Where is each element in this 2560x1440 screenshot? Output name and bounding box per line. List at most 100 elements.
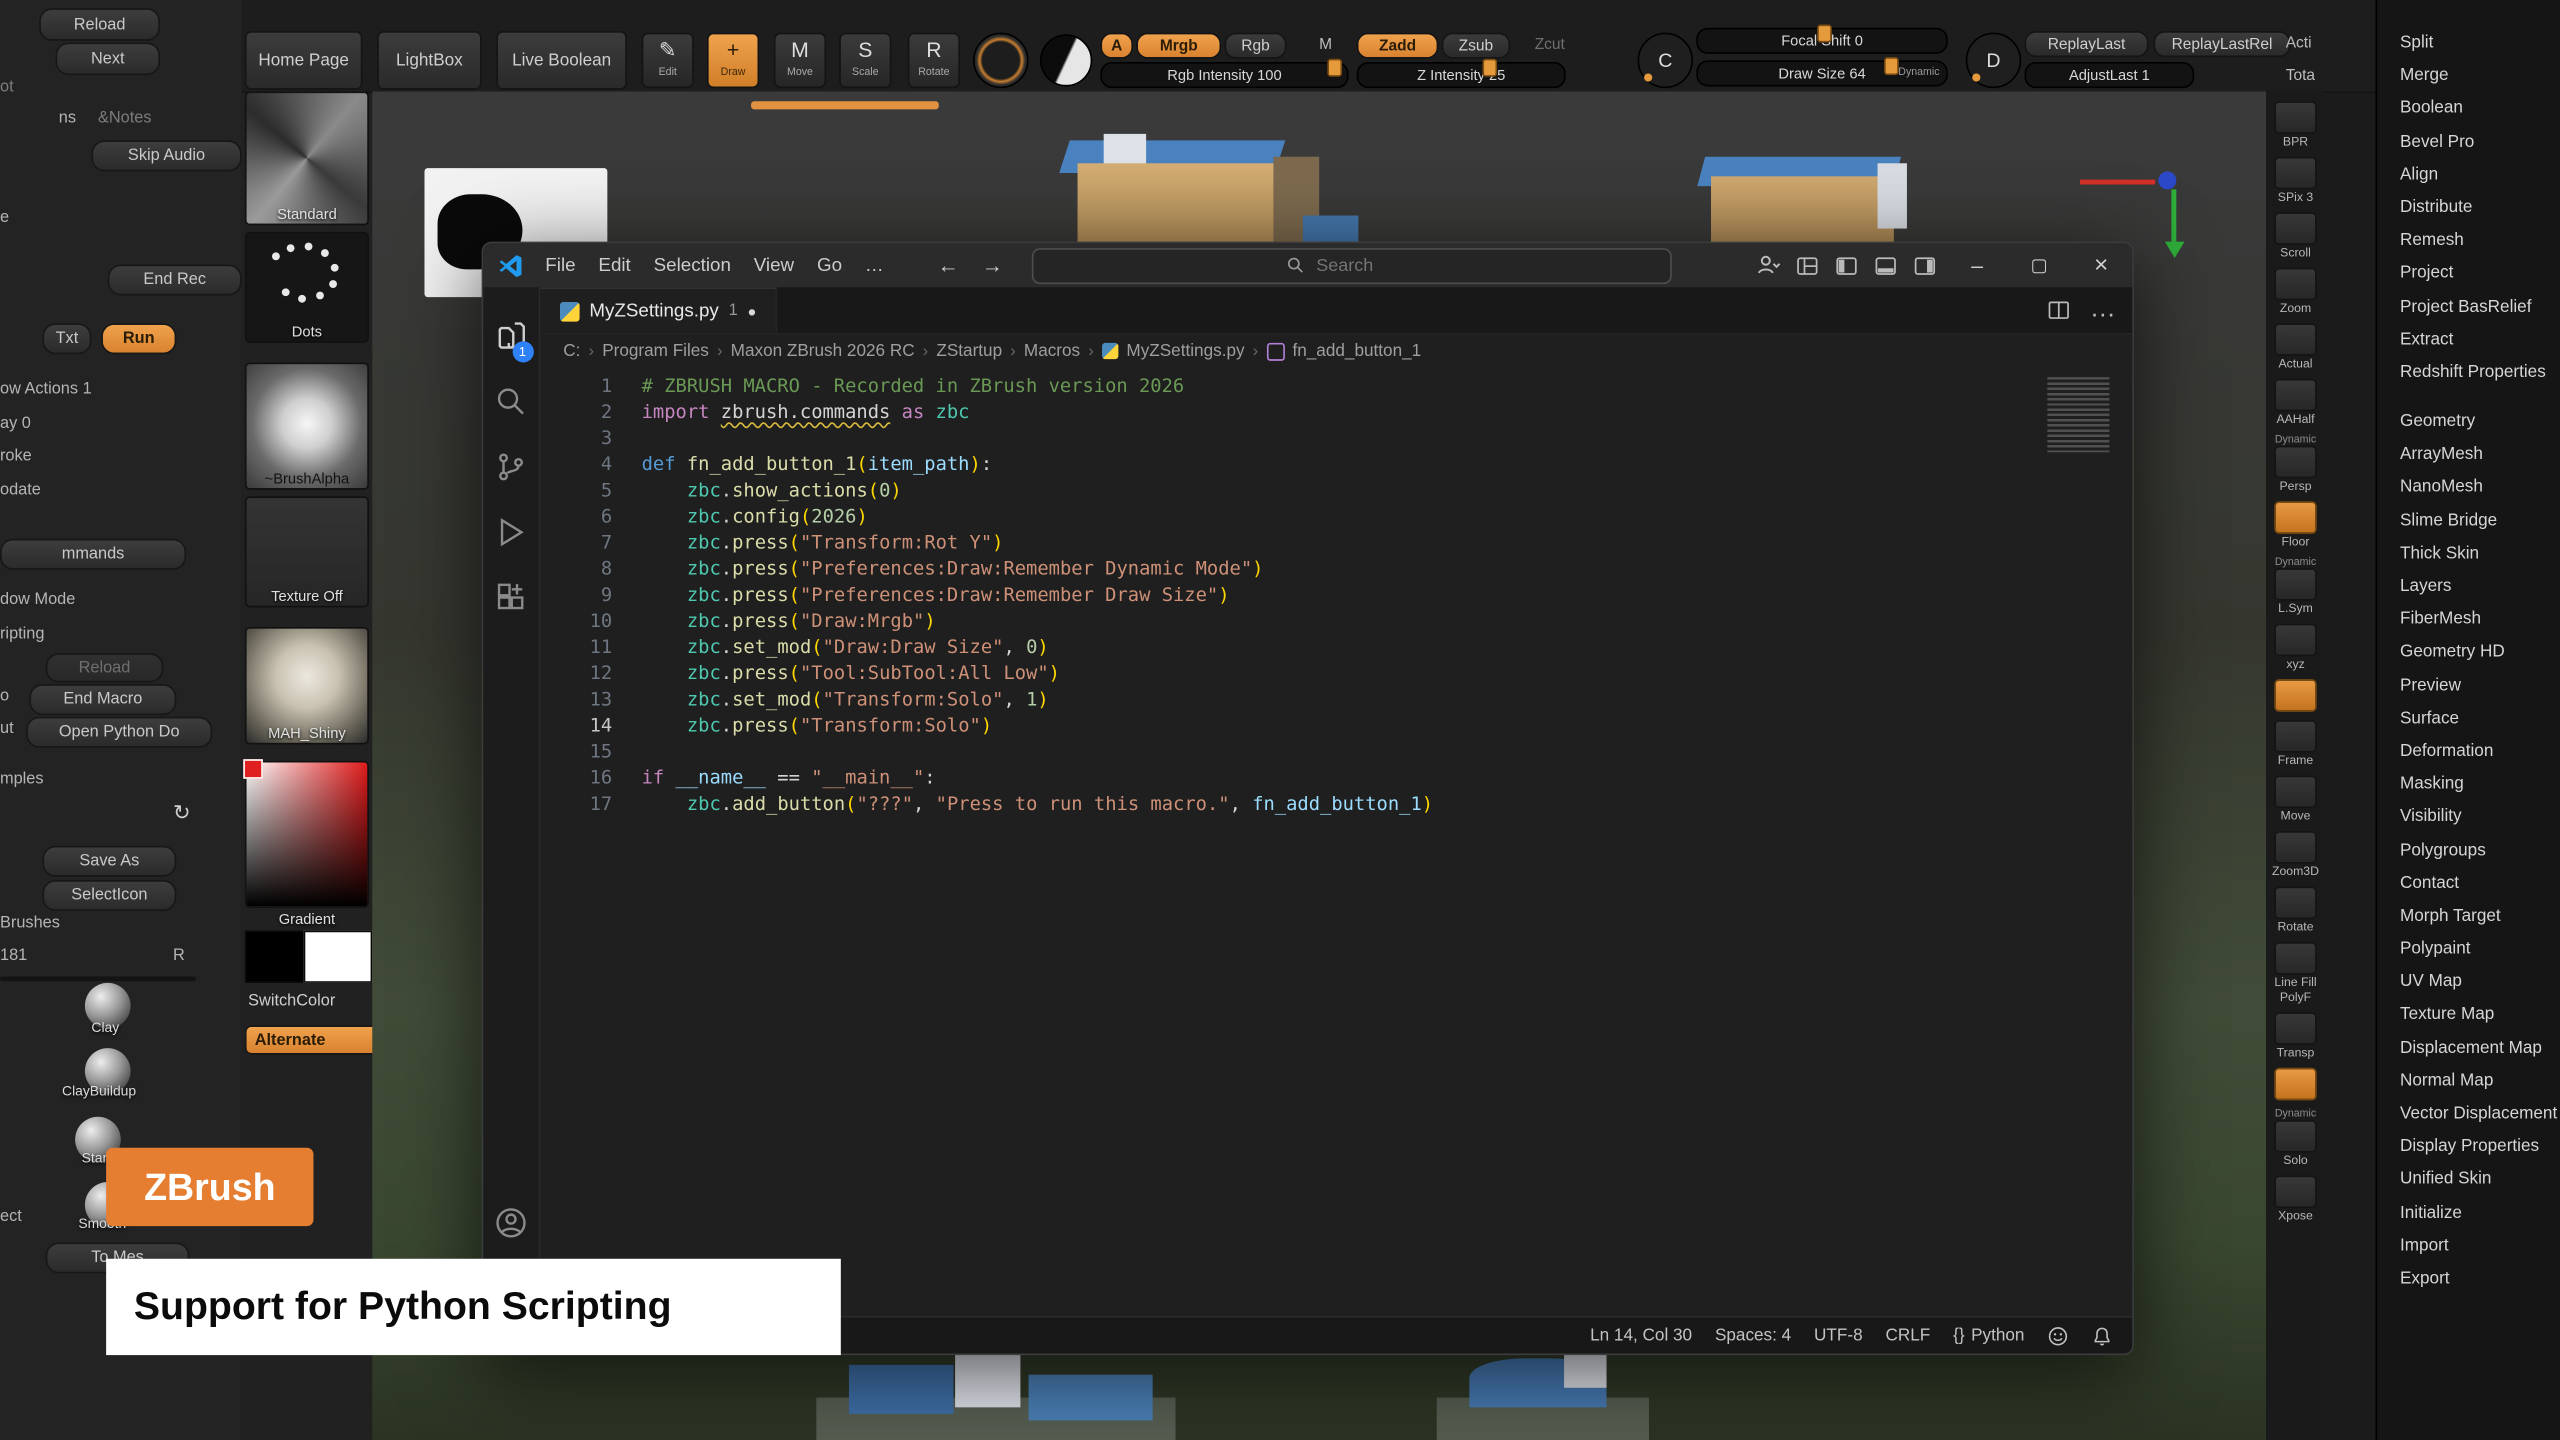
end-macro-button[interactable]: End Macro: [29, 684, 176, 715]
focal-shift-icon[interactable]: C: [1638, 33, 1694, 89]
menu-item-geometry-hd[interactable]: Geometry HD: [2377, 636, 2560, 669]
edit-mode-button[interactable]: ✎ Edit: [642, 33, 694, 89]
menu-item-morph-target[interactable]: Morph Target: [2377, 899, 2560, 932]
feedback-smiley-icon[interactable]: [2047, 1325, 2068, 1346]
panel-slider[interactable]: [0, 976, 196, 981]
vscode-titlebar[interactable]: FileEditSelectionViewGo… ← →: [483, 243, 2132, 287]
menu-item-unified-skin[interactable]: Unified Skin: [2377, 1163, 2560, 1196]
actual-icon[interactable]: [2274, 323, 2316, 356]
zadd-button[interactable]: Zadd: [1357, 33, 1439, 59]
replay-last-button[interactable]: ReplayLast: [2024, 31, 2148, 57]
viewport-button-rotate[interactable]: Rotate: [2266, 887, 2325, 934]
menu-item-slime-bridge[interactable]: Slime Bridge: [2377, 504, 2560, 537]
rgb-intensity-slider[interactable]: Rgb Intensity 100: [1100, 62, 1348, 88]
menu-item-project-basrelief[interactable]: Project BasRelief: [2377, 290, 2560, 323]
menu-item-merge[interactable]: Merge: [2377, 59, 2560, 92]
viewport-button-persp[interactable]: DynamicPersp: [2266, 434, 2325, 493]
menu-item-preview[interactable]: Preview: [2377, 669, 2560, 702]
reload-script-button[interactable]: Reload: [46, 653, 164, 682]
extensions-icon[interactable]: [482, 565, 539, 630]
menu-item-displacement-map[interactable]: Displacement Map: [2377, 1031, 2560, 1064]
reload-button[interactable]: Reload: [39, 8, 160, 41]
menu-item-masking[interactable]: Masking: [2377, 768, 2560, 801]
move-icon[interactable]: [2274, 776, 2316, 809]
r-label[interactable]: R: [173, 947, 185, 965]
slider-handle[interactable]: [1817, 24, 1832, 42]
breadcrumb-item[interactable]: MyZSettings.py: [1126, 341, 1244, 361]
menu-item-contact[interactable]: Contact: [2377, 866, 2560, 899]
z-intensity-slider[interactable]: Z Intensity 25: [1357, 62, 1566, 88]
adjust-last-slider[interactable]: AdjustLast 1: [2024, 62, 2194, 88]
menu-item-extract[interactable]: Extract: [2377, 323, 2560, 356]
viewport-button-actual[interactable]: Actual: [2266, 323, 2325, 370]
color-picker-selector[interactable]: [243, 759, 263, 779]
source-control-icon[interactable]: [482, 434, 539, 499]
rotate-icon[interactable]: [2274, 887, 2316, 920]
breadcrumb-item[interactable]: fn_add_button_1: [1292, 341, 1421, 361]
color-picker[interactable]: Gradient: [245, 761, 369, 908]
menu-item-boolean[interactable]: Boolean: [2377, 92, 2560, 125]
end-rec-button[interactable]: End Rec: [108, 264, 242, 295]
m-toggle[interactable]: M: [1319, 36, 1332, 54]
zsub-button[interactable]: Zsub: [1442, 33, 1511, 59]
viewport-button-zoom[interactable]: Zoom: [2266, 268, 2325, 315]
menu-file[interactable]: File: [534, 251, 587, 280]
viewport-button-bpr[interactable]: BPR: [2266, 101, 2325, 148]
viewport-button-xpose[interactable]: Xpose: [2266, 1176, 2325, 1223]
toggle-panel-icon[interactable]: [1874, 254, 1897, 277]
transp-icon[interactable]: [2274, 1012, 2316, 1045]
menu-view[interactable]: View: [742, 251, 805, 280]
open-python-button[interactable]: Open Python Do: [26, 717, 212, 748]
menu-item-split[interactable]: Split: [2377, 26, 2560, 59]
menu-item-align[interactable]: Align: [2377, 158, 2560, 191]
select-icon-button[interactable]: SelectIcon: [42, 880, 176, 911]
search-input[interactable]: [1313, 254, 1417, 277]
menu-item-project[interactable]: Project: [2377, 257, 2560, 290]
mrgb-button[interactable]: Mrgb: [1136, 33, 1221, 59]
nav-back-icon[interactable]: ←: [938, 253, 959, 277]
breadcrumb-item[interactable]: ZStartup: [936, 341, 1002, 361]
main-color-swatch[interactable]: [245, 931, 307, 983]
minimize-button[interactable]: –: [1946, 243, 2008, 287]
menu-item-geometry[interactable]: Geometry: [2377, 405, 2560, 438]
code-editor[interactable]: 1# ZBRUSH MACRO - Recorded in ZBrush ver…: [540, 367, 2132, 1316]
replay-last-rel-button[interactable]: ReplayLastRel: [2153, 31, 2290, 57]
update-label[interactable]: odate: [0, 482, 41, 500]
viewport-button-floor[interactable]: Floor: [2266, 501, 2325, 548]
viewport-button-spix-3[interactable]: SPix 3: [2266, 157, 2325, 204]
breadcrumb-item[interactable]: Maxon ZBrush 2026 RC: [731, 341, 915, 361]
viewport-button-aahalf[interactable]: AAHalf: [2266, 379, 2325, 426]
viewport-button-move[interactable]: Move: [2266, 776, 2325, 823]
viewport-button-line-fill[interactable]: Line FillPolyF: [2266, 942, 2325, 1004]
rgb-button[interactable]: Rgb: [1224, 33, 1286, 59]
viewport-button-feedback[interactable]: [2266, 679, 2325, 712]
persp-icon[interactable]: [2274, 446, 2316, 479]
reload-icon[interactable]: ↻: [173, 800, 191, 826]
scale-mode-button[interactable]: S Scale: [839, 33, 891, 89]
material-sphere-icon[interactable]: [1040, 34, 1092, 86]
tabbar-more-icon[interactable]: …: [2090, 296, 2116, 325]
material-thumb-mah-shiny[interactable]: MAH_Shiny: [245, 627, 369, 745]
viewport-button-xyz[interactable]: xyz: [2266, 624, 2325, 671]
menu-item-deformation[interactable]: Deformation: [2377, 735, 2560, 768]
tab-myzsettings[interactable]: MyZSettings.py 1 ●: [540, 287, 777, 333]
menu-edit[interactable]: Edit: [587, 251, 642, 280]
spix-3-icon[interactable]: [2274, 157, 2316, 190]
frame-icon[interactable]: [2274, 720, 2316, 753]
home-page-button[interactable]: Home Page: [245, 31, 363, 90]
menu-item-uv-map[interactable]: UV Map: [2377, 965, 2560, 998]
commands-button[interactable]: mmands: [0, 539, 186, 570]
zoom-icon[interactable]: [2274, 268, 2316, 301]
breadcrumb-item[interactable]: Macros: [1024, 341, 1080, 361]
close-button[interactable]: ×: [2070, 243, 2132, 287]
slider-handle[interactable]: [1482, 59, 1497, 77]
eol[interactable]: CRLF: [1885, 1326, 1930, 1346]
adjust-icon[interactable]: D: [1966, 33, 2022, 89]
maximize-button[interactable]: ▢: [2008, 243, 2070, 287]
menu-item-remesh[interactable]: Remesh: [2377, 224, 2560, 257]
zoom3d-icon[interactable]: [2274, 831, 2316, 864]
menu-overflow-icon[interactable]: …: [853, 251, 895, 280]
brush-alpha-preview-icon[interactable]: [973, 33, 1029, 89]
viewport-button-frame[interactable]: Frame: [2266, 720, 2325, 767]
cursor-position[interactable]: Ln 14, Col 30: [1590, 1326, 1692, 1346]
